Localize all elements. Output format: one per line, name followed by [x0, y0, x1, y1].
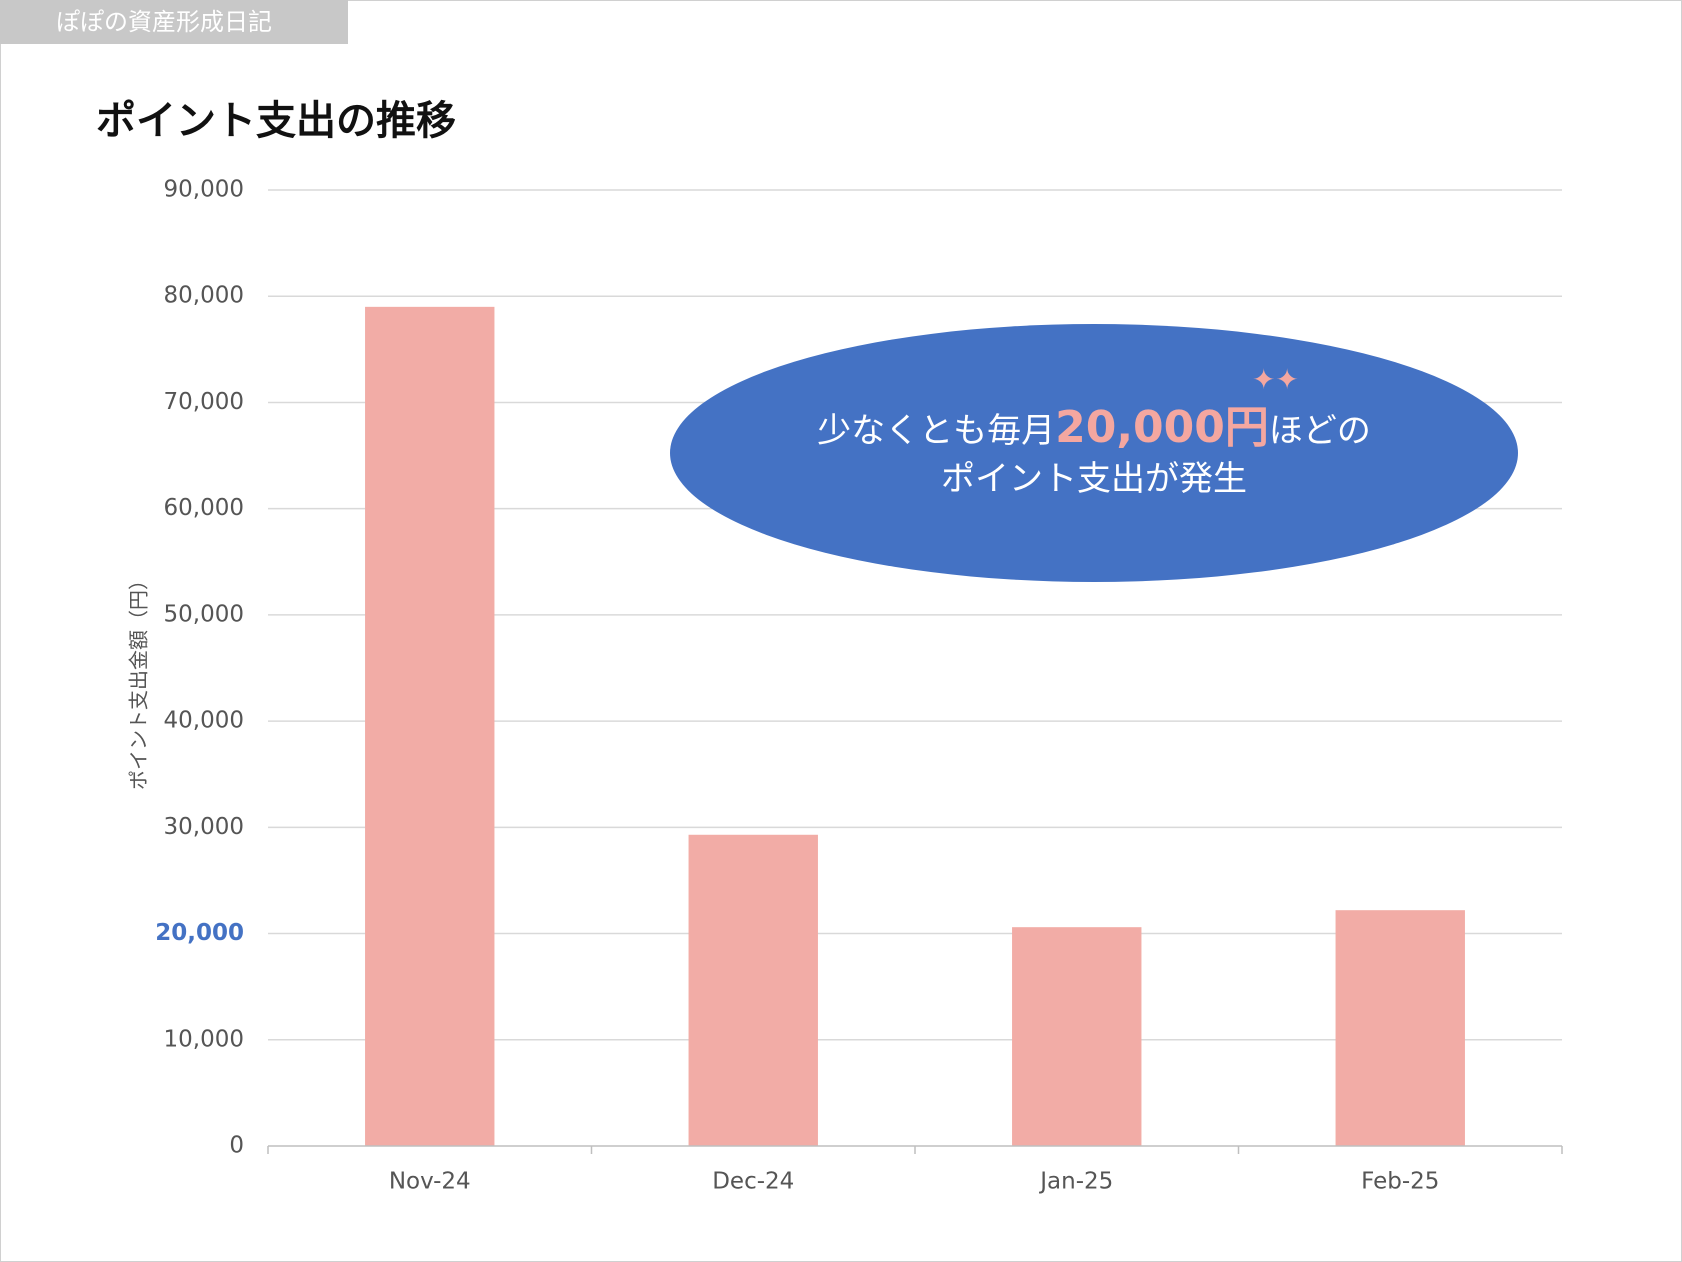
callout-suffix: ほどの	[1268, 410, 1371, 451]
x-tick-label: Dec-24	[712, 1169, 794, 1195]
callout-amount: 20,000円 ✦✦	[1055, 365, 1299, 453]
bar-dec-24	[688, 834, 818, 1146]
bar-chart: 0 10,000 20,000 30,000 40,000 50,000 60,000 70,…	[127, 177, 1563, 1195]
x-tick-label: Jan-25	[1038, 1169, 1113, 1195]
y-tick-label: 30,000	[164, 814, 244, 840]
callout-line-2: ポイント支出が発生	[941, 458, 1247, 499]
y-tick-label: 60,000	[164, 495, 244, 521]
y-tick-label: 50,000	[164, 601, 244, 627]
callout-amount-text: 20,000円	[1055, 401, 1269, 453]
callout-line-1: 少なくとも毎月20,000円 ✦✦ ほどの	[817, 365, 1371, 455]
bar-feb-25	[1335, 910, 1465, 1146]
x-tick-label: Feb-25	[1361, 1169, 1439, 1195]
y-tick-label: 20,000	[155, 920, 244, 946]
x-axis: Nov-24 Dec-24 Jan-25 Feb-25	[267, 1145, 1563, 1195]
callout-prefix: 少なくとも毎月	[817, 410, 1056, 451]
y-tick-label: 40,000	[164, 708, 244, 734]
bar-nov-24	[365, 306, 495, 1146]
y-axis-ticks: 0 10,000 20,000 30,000 40,000 50,000 60,000 70,…	[155, 177, 244, 1159]
y-tick-label: 0	[229, 1133, 244, 1159]
y-tick-label: 90,000	[164, 177, 244, 203]
bar-jan-25	[1012, 927, 1142, 1146]
x-tick-label: Nov-24	[389, 1169, 471, 1195]
callout-text: 少なくとも毎月20,000円 ✦✦ ほどの ポイント支出が発生	[670, 324, 1518, 582]
y-axis-label: ポイント支出金額（円）	[127, 570, 151, 790]
y-tick-label: 80,000	[164, 283, 244, 309]
sparkle-icon: ✦✦	[1251, 362, 1299, 396]
y-tick-label: 10,000	[164, 1026, 244, 1052]
y-tick-label: 70,000	[164, 389, 244, 415]
